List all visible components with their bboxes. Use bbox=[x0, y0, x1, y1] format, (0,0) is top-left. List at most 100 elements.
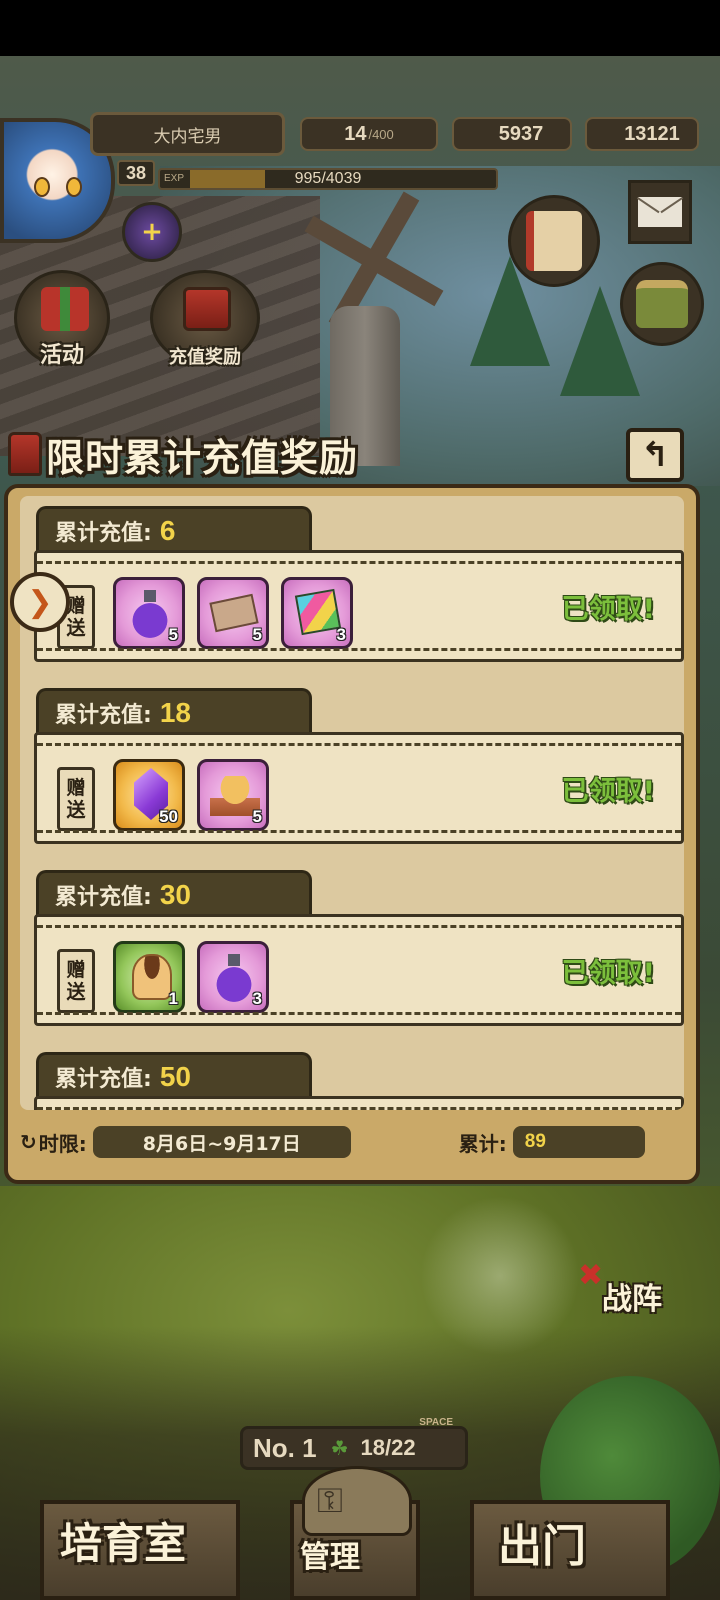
space-value: 18/22 bbox=[360, 1435, 416, 1460]
reward-item-ticket[interactable]: 5 bbox=[197, 577, 269, 649]
stamina-counter[interactable]: 14/400 bbox=[300, 117, 438, 151]
tier-amount: 18 bbox=[159, 696, 191, 728]
gift-tag-char: 送 bbox=[66, 617, 86, 639]
tier-header: 累计充值: 30 bbox=[36, 870, 312, 916]
level-badge: 38 bbox=[117, 160, 155, 186]
item-count: 5 bbox=[168, 625, 178, 644]
reward-item-purple-potion[interactable]: 3 bbox=[197, 941, 269, 1013]
claimed-status: 已领取! bbox=[561, 958, 655, 989]
gift-box-icon bbox=[41, 287, 89, 331]
reward-tier: 累计充值: 6 赠 送 5 5 3 已领取! bbox=[26, 496, 684, 668]
space-label: SPACE bbox=[419, 1417, 453, 1428]
chevron-left-icon: ❯ bbox=[27, 584, 53, 620]
tier-label: 累计充值: bbox=[55, 520, 152, 546]
gift-tag-char: 送 bbox=[66, 799, 86, 821]
total-label: 累计: bbox=[458, 1131, 507, 1156]
item-count: 5 bbox=[252, 625, 262, 644]
reward-item-purple-gem[interactable]: 50 bbox=[113, 759, 185, 831]
purple-potion-icon bbox=[130, 588, 170, 638]
tier-label: 累计充值: bbox=[55, 702, 152, 728]
exp-text: 995/4039 bbox=[294, 170, 362, 187]
envelope-icon bbox=[638, 197, 682, 227]
item-count: 50 bbox=[159, 807, 178, 826]
room-number: No. 1 bbox=[253, 1432, 317, 1463]
reward-item-rainbow-book[interactable]: 3 bbox=[281, 577, 353, 649]
formation-button[interactable]: ✖ 战阵 bbox=[578, 1228, 708, 1318]
reward-item-purple-potion[interactable]: 5 bbox=[113, 577, 185, 649]
gift-tag: 赠 送 bbox=[57, 949, 95, 1013]
activity-button[interactable]: 活动 bbox=[14, 270, 110, 368]
claimed-status: 已领取! bbox=[561, 594, 655, 625]
tier-header: 累计充值: 6 bbox=[36, 506, 312, 552]
tier-body: 赠 送 50 5 已领取! bbox=[34, 732, 684, 844]
time-range: 8月6日~9月17日 bbox=[92, 1126, 351, 1158]
ticket-icon bbox=[209, 593, 259, 633]
mail-button[interactable] bbox=[628, 180, 692, 244]
tier-body bbox=[34, 1096, 684, 1110]
stamina-value: 14 bbox=[344, 122, 367, 145]
backpack-icon bbox=[636, 280, 688, 328]
tier-label: 累计充值: bbox=[55, 1066, 152, 1092]
back-button[interactable]: ↰ bbox=[626, 428, 684, 482]
panel-title-text: 限时累计充值奖励 bbox=[46, 434, 359, 480]
claimed-status: 已领取! bbox=[561, 776, 655, 807]
room-capacity-plate: No. 1 ☘ 18/22 SPACE bbox=[240, 1417, 468, 1470]
gift-tag-char: 送 bbox=[66, 981, 86, 1003]
tier-body: 赠 送 5 5 3 已领取! bbox=[34, 550, 684, 662]
recharge-reward-panel: 累计充值: 6 赠 送 5 5 3 已领取! 累计充值: 18 赠 送 50 5… bbox=[4, 484, 700, 1184]
total-value: 89 bbox=[512, 1126, 645, 1158]
player-name: 大内宅男 bbox=[90, 112, 285, 156]
rainbow-book-icon bbox=[294, 588, 342, 636]
gift-tag: 赠 送 bbox=[57, 767, 95, 831]
item-count: 5 bbox=[252, 807, 262, 826]
go-out-button[interactable]: 出门 bbox=[498, 1510, 586, 1600]
panel-title: 限时累计充值奖励 bbox=[8, 423, 358, 485]
plus-icon: + bbox=[141, 217, 163, 247]
tier-header: 累计充值: 50 bbox=[36, 1052, 312, 1098]
reward-list[interactable]: 累计充值: 6 赠 送 5 5 3 已领取! 累计充值: 18 赠 送 50 5… bbox=[20, 496, 684, 1110]
time-label-text: 时限: bbox=[38, 1131, 87, 1156]
item-count: 3 bbox=[336, 625, 346, 644]
tier-amount: 30 bbox=[159, 878, 191, 910]
tier-label: 累计充值: bbox=[55, 884, 152, 910]
reward-tier: 累计充值: 18 赠 送 50 5 已领取! bbox=[26, 678, 684, 850]
gold-counter[interactable]: 5937 bbox=[452, 117, 572, 151]
collapse-arrow-button[interactable]: ❯ bbox=[10, 572, 70, 632]
treasure-chest-icon bbox=[8, 432, 42, 476]
manage-button[interactable]: 管理 bbox=[300, 1532, 360, 1600]
tier-body: 赠 送 1 3 已领取! bbox=[34, 914, 684, 1026]
reward-tier: 累计充值: 30 赠 送 1 3 已领取! bbox=[26, 860, 684, 1032]
leaf-icon: ☘ bbox=[330, 1436, 349, 1460]
time-limit-label: ↻ 时限: bbox=[20, 1128, 87, 1157]
formation-label: 战阵 bbox=[602, 1282, 662, 1317]
reward-item-pudding[interactable]: 1 bbox=[113, 941, 185, 1013]
reward-tier: 累计充值: 50 bbox=[26, 1042, 684, 1110]
refresh-clock-icon: ↻ bbox=[20, 1130, 37, 1154]
nursery-button[interactable]: 培育室 bbox=[60, 1510, 186, 1600]
stamina-max: /400 bbox=[368, 126, 394, 142]
gem-counter[interactable]: 13121 bbox=[585, 117, 699, 151]
item-count: 1 bbox=[168, 989, 178, 1008]
reward-item-bread-basket[interactable]: 5 bbox=[197, 759, 269, 831]
activity-label: 活动 bbox=[39, 342, 84, 368]
scroll-icon bbox=[526, 211, 582, 271]
exp-bar: EXP 995/4039 bbox=[158, 168, 498, 190]
bag-button[interactable] bbox=[620, 262, 704, 346]
tier-header: 累计充值: 18 bbox=[36, 688, 312, 734]
back-arrow-icon: ↰ bbox=[640, 435, 670, 475]
recharge-reward-label: 充值奖励 bbox=[169, 347, 241, 368]
treasure-chest-icon bbox=[183, 287, 231, 331]
recharge-reward-button[interactable]: 充值奖励 bbox=[150, 270, 260, 368]
item-count: 3 bbox=[252, 989, 262, 1008]
tier-amount: 50 bbox=[159, 1060, 191, 1092]
buy-gems-button[interactable]: + bbox=[122, 202, 182, 262]
purple-potion-icon bbox=[214, 952, 254, 1002]
panel-footer: ↻ 时限: 8月6日~9月17日 累计: 89 bbox=[20, 1120, 684, 1164]
avatar-eye bbox=[66, 177, 82, 197]
crossed-swords-icon: ✖ bbox=[578, 1258, 604, 1293]
tier-amount: 6 bbox=[159, 514, 176, 546]
keys-icon: ⚿ bbox=[302, 1466, 412, 1536]
quest-scroll-button[interactable] bbox=[508, 195, 600, 287]
avatar-eye bbox=[34, 177, 50, 197]
pudding-icon bbox=[132, 954, 172, 1000]
